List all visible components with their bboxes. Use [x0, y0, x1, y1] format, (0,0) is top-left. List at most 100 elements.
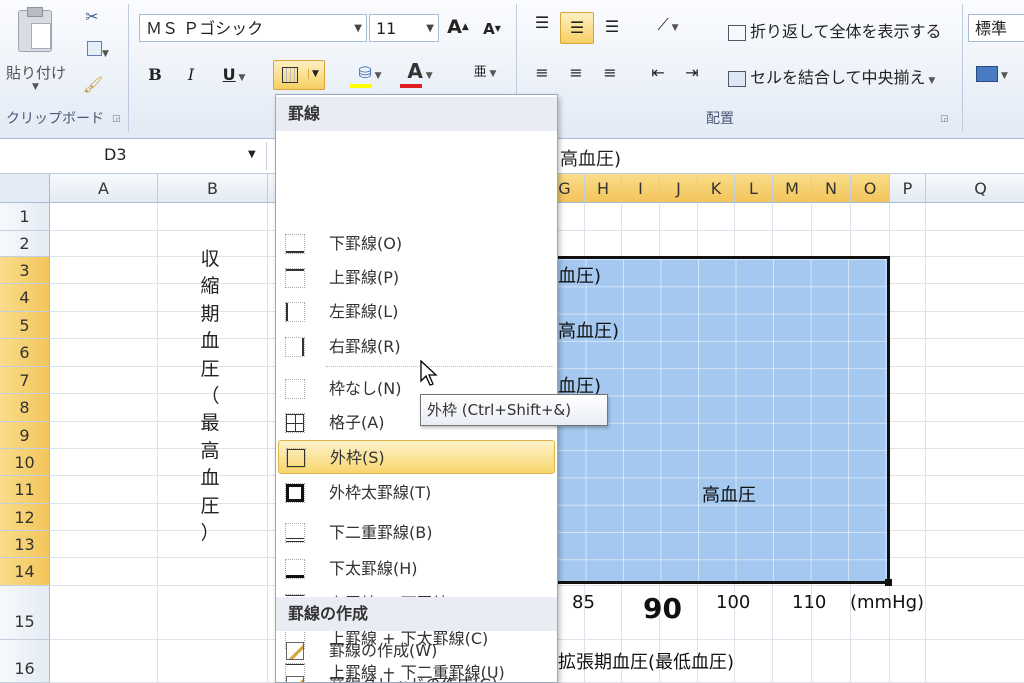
column-header-p[interactable]: P	[890, 174, 926, 203]
column-header-m[interactable]: M	[773, 174, 812, 203]
vertical-label-char: （	[200, 384, 220, 407]
menu-item-bottom-double-border[interactable]: 下二重罫線(B)	[278, 516, 555, 550]
align-top-button[interactable]: ☰	[530, 12, 554, 34]
paste-button[interactable]: 貼り付け ▼	[6, 6, 68, 96]
alignment-launcher-icon[interactable]: ◲	[940, 114, 949, 124]
menu-item-label: 外枠太罫線(T)	[329, 483, 432, 502]
menu-item-left-border[interactable]: 左罫線(L)	[278, 295, 555, 329]
tick-85: 85	[572, 592, 595, 613]
menu-item-bottom-border[interactable]: 下罫線(O)	[278, 227, 555, 261]
vertical-label-char: 血	[200, 467, 220, 490]
row-header-4[interactable]: 4	[0, 284, 50, 312]
row-header-16[interactable]: 16	[0, 640, 50, 683]
row-header-1[interactable]: 1	[0, 203, 50, 231]
copy-button[interactable]: ▼	[78, 40, 118, 65]
font-color-letter: A	[407, 59, 423, 83]
menu-item-thick-bottom-border[interactable]: 下太罫線(H)	[278, 552, 555, 586]
row-header-7[interactable]: 7	[0, 367, 50, 394]
column-header-l[interactable]: L	[735, 174, 773, 203]
vertical-axis-label: 収縮期血圧（最高血圧）	[198, 246, 222, 547]
column-header-b[interactable]: B	[158, 174, 268, 203]
align-right-button[interactable]: ≡	[598, 62, 622, 84]
row-header-3[interactable]: 3	[0, 257, 50, 284]
menu-item-draw-border[interactable]: 罫線の作成(W)	[278, 634, 555, 668]
align-left-button[interactable]: ≡	[530, 62, 554, 84]
row-header-13[interactable]: 13	[0, 531, 50, 558]
wrap-text-icon	[728, 24, 746, 41]
font-color-button[interactable]: A ▼	[398, 59, 442, 88]
row-header-9[interactable]: 9	[0, 422, 50, 449]
row-header-11[interactable]: 11	[0, 476, 50, 504]
menu-item-thick-box-border[interactable]: 外枠太罫線(T)	[278, 476, 555, 510]
merge-center-button[interactable]: セルを結合して中央揃え ▼	[728, 64, 935, 88]
row-header-12[interactable]: 12	[0, 504, 50, 531]
bold-button[interactable]: B	[144, 64, 166, 86]
row-header-5[interactable]: 5	[0, 312, 50, 339]
align-center-button[interactable]: ≡	[564, 62, 588, 84]
tooltip: 外枠 (Ctrl+Shift+&)	[420, 394, 608, 426]
formula-content[interactable]: 高血圧)	[560, 145, 621, 171]
increase-indent-button[interactable]: ⇥	[680, 62, 704, 84]
underline-button[interactable]: U ▼	[214, 64, 254, 89]
format-painter-button[interactable]: 🖌	[80, 74, 106, 96]
borders-button[interactable]: ▼	[273, 60, 325, 90]
thick-bottom-border-icon	[285, 559, 305, 579]
menu-item-outside-borders[interactable]: 外枠(S)	[278, 440, 555, 474]
menu-item-label: 外枠(S)	[330, 448, 385, 467]
row-header-2[interactable]: 2	[0, 231, 50, 257]
menu-item-right-border[interactable]: 右罫線(R)	[278, 330, 555, 364]
shrink-font-label: A	[483, 20, 495, 38]
name-box[interactable]: D3 ▼	[0, 142, 267, 170]
menu-item-top-border[interactable]: 上罫線(P)	[278, 261, 555, 295]
menu-item-draw-border-grid[interactable]: 罫線グリッドの作成(G)	[278, 668, 555, 682]
font-size-combo[interactable]: 11 ▼	[369, 14, 439, 42]
row-header-15[interactable]: 15	[0, 586, 50, 640]
align-bottom-icon: ☰	[604, 17, 620, 36]
menu-item-label: 下二重罫線(B)	[329, 523, 433, 542]
paste-dropdown-icon: ▼	[32, 82, 39, 92]
right-border-icon	[285, 337, 305, 357]
vertical-label-char: 最	[200, 412, 220, 435]
borders-menu: 罫線 下罫線(O) 上罫線(P) 左罫線(L) 右罫線(R) 枠なし(N) 格子(A) 外枠…	[275, 94, 558, 683]
column-header-i[interactable]: I	[622, 174, 660, 203]
grow-font-button[interactable]: A▲	[446, 16, 470, 38]
row-header-8[interactable]: 8	[0, 394, 50, 422]
accounting-format-button[interactable]: ▼	[970, 62, 1014, 87]
italic-button[interactable]: I	[180, 64, 202, 86]
phonetic-button[interactable]: 亜 ▼	[464, 60, 506, 85]
column-header-o[interactable]: O	[851, 174, 890, 203]
column-header-a[interactable]: A	[50, 174, 158, 203]
align-middle-button[interactable]: ☰	[560, 12, 594, 44]
menu-item-label: 下罫線(O)	[329, 234, 403, 253]
menu-item-label: 上罫線(P)	[329, 268, 400, 287]
font-name-combo[interactable]: ＭＳ Ｐゴシック ▼	[139, 14, 367, 42]
vertical-label-char: 縮	[200, 275, 220, 298]
outside-borders-icon	[286, 448, 306, 468]
wrap-text-button[interactable]: 折り返して全体を表示する	[728, 18, 942, 42]
row-header-6[interactable]: 6	[0, 339, 50, 367]
column-header-n[interactable]: N	[812, 174, 851, 203]
menu-item-label: 罫線グリッドの作成(G)	[329, 668, 498, 682]
cut-button[interactable]: ✂	[80, 6, 104, 28]
column-header-j[interactable]: J	[660, 174, 698, 203]
fill-handle[interactable]	[885, 579, 892, 586]
select-all-corner[interactable]	[0, 174, 50, 203]
row-header-14[interactable]: 14	[0, 558, 50, 586]
paint-bucket-icon: ⛁	[358, 63, 372, 82]
clipboard-launcher-icon[interactable]: ◲	[112, 114, 121, 124]
align-center-icon: ≡	[569, 63, 583, 82]
align-bottom-button[interactable]: ☰	[600, 16, 624, 38]
paste-label: 貼り付け	[6, 64, 67, 82]
shrink-font-button[interactable]: A▼	[480, 18, 504, 40]
number-format-combo[interactable]: 標準	[968, 14, 1024, 42]
orientation-button[interactable]: ⟋ ▼	[648, 14, 688, 39]
font-size-dropdown-icon: ▼	[426, 23, 434, 34]
tick-90: 90	[643, 592, 682, 625]
column-header-k[interactable]: K	[698, 174, 735, 203]
column-header-q[interactable]: Q	[926, 174, 1024, 203]
fill-color-button[interactable]: ⛁ ▼	[348, 62, 392, 88]
decrease-indent-button[interactable]: ⇤	[646, 62, 670, 84]
row-header-10[interactable]: 10	[0, 449, 50, 476]
font-size-value: 11	[376, 19, 397, 38]
column-header-h[interactable]: H	[585, 174, 622, 203]
